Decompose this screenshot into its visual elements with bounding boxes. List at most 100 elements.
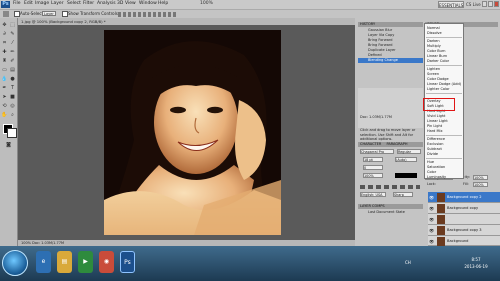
eye-icon[interactable]: 👁	[429, 217, 434, 222]
text-color-swatch[interactable]	[395, 173, 417, 178]
font-style-select[interactable]: Regular	[397, 149, 421, 154]
layer-row[interactable]: 👁 Background copy	[428, 203, 500, 214]
eye-icon[interactable]: 👁	[429, 228, 434, 233]
layer-comps-header[interactable]: LAYER COMPS	[358, 204, 423, 209]
shape-icon[interactable]: ■	[9, 94, 16, 101]
blend-option[interactable]: Darken	[427, 39, 440, 43]
menu-select[interactable]: Select	[67, 1, 81, 6]
document-tab[interactable]: 1.jpg @ 100% (Background copy 2, RGB/8) …	[18, 18, 355, 25]
language-indicator[interactable]: CH	[405, 260, 411, 265]
leading-field[interactable]: (Auto)	[395, 157, 417, 162]
blur-icon[interactable]: 💧	[1, 76, 8, 83]
eye-icon[interactable]: 👁	[429, 206, 434, 211]
pen-icon[interactable]: ✒	[1, 85, 8, 92]
blend-option[interactable]: Lighten	[427, 67, 440, 71]
ps-icon[interactable]: Ps	[120, 251, 135, 273]
background-color-swatch[interactable]	[7, 128, 17, 138]
menu-analysis[interactable]: Analysis	[97, 1, 116, 6]
blend-option[interactable]: Luminosity	[427, 175, 446, 179]
blend-option[interactable]: Screen	[427, 72, 439, 76]
blend-option[interactable]: Linear Burn	[427, 54, 447, 58]
ie-icon[interactable]: e	[36, 251, 51, 273]
zoom-icon[interactable]: ⌕	[9, 112, 16, 119]
auto-select-dropdown[interactable]: Layer	[42, 11, 56, 16]
quick-mask-icon[interactable]: ◙	[5, 142, 12, 149]
eye-icon[interactable]: 👁	[429, 239, 434, 244]
healing-icon[interactable]: ✚	[1, 49, 8, 56]
layer-row[interactable]: 👁	[428, 214, 500, 225]
blend-option[interactable]: Normal	[427, 26, 440, 30]
dodge-icon[interactable]: ●	[9, 76, 16, 83]
history-item-selected[interactable]: Blending Change	[358, 58, 423, 63]
eye-icon[interactable]: 👁	[429, 195, 434, 200]
close-icon[interactable]	[494, 1, 499, 7]
maximize-icon[interactable]	[488, 1, 493, 7]
path-select-icon[interactable]: ➤	[1, 94, 8, 101]
marquee-icon[interactable]: ⬚	[9, 22, 16, 29]
language-select[interactable]: English: USA	[360, 192, 386, 197]
menu-edit[interactable]: Edit	[24, 1, 33, 6]
zoom-level[interactable]: 100%	[200, 1, 213, 6]
brush-icon[interactable]: ✏	[9, 49, 16, 56]
blend-option[interactable]: Divide	[427, 152, 438, 156]
menu-help[interactable]: Help	[158, 1, 168, 6]
start-button[interactable]	[2, 250, 28, 276]
opacity-field[interactable]: 100%	[473, 175, 488, 180]
eyedropper-icon[interactable]: ⁄	[9, 40, 16, 47]
blend-option[interactable]: Multiply	[427, 44, 441, 48]
hand-icon[interactable]: ✋	[1, 112, 8, 119]
cs-live-button[interactable]: CS Live	[466, 1, 482, 8]
paragraph-tab[interactable]: PARAGRAPH	[386, 142, 407, 146]
chrome-icon[interactable]: ◉	[99, 251, 114, 273]
move-icon[interactable]: ✥	[1, 22, 8, 29]
eraser-icon[interactable]: ▭	[1, 67, 8, 74]
blend-option[interactable]: Difference	[427, 137, 445, 141]
character-tab[interactable]: CHARACTER	[360, 142, 381, 146]
menu-filter[interactable]: Filter	[83, 1, 94, 6]
blend-option[interactable]: Dissolve	[427, 31, 442, 35]
scale-field[interactable]: 100%	[363, 173, 383, 178]
menu-file[interactable]: File	[13, 1, 21, 6]
blend-option[interactable]: Hue	[427, 160, 434, 164]
font-size-field[interactable]: 18 pt	[363, 157, 383, 162]
blend-option[interactable]: Color Burn	[427, 49, 445, 53]
crop-icon[interactable]: ⌗	[1, 40, 8, 47]
blend-option[interactable]: Hard Mix	[427, 129, 443, 133]
type-icon[interactable]: T	[9, 85, 16, 92]
font-family-select[interactable]: Chaparral Pro	[360, 149, 394, 154]
blend-option[interactable]: Color	[427, 170, 436, 174]
lasso-icon[interactable]: ∂	[1, 31, 8, 38]
layer-row-selected[interactable]: 👁 Background copy 2	[428, 192, 500, 203]
player-icon[interactable]: ▶	[78, 251, 93, 273]
3d-rotate-icon[interactable]: ⟲	[1, 103, 8, 110]
layer-comps-item[interactable]: Last Document State	[358, 210, 423, 215]
tracking-field[interactable]: 0	[363, 165, 383, 170]
3d-camera-icon[interactable]: ◎	[9, 103, 16, 110]
menu-3d[interactable]: 3D	[117, 1, 123, 6]
minimize-icon[interactable]	[482, 1, 487, 7]
history-panel-header[interactable]: HISTORY	[358, 22, 423, 27]
system-clock[interactable]: 8:57 2013-06-19	[455, 256, 497, 276]
text-style-buttons[interactable]	[360, 185, 420, 189]
move-tool-icon[interactable]	[3, 11, 9, 17]
blend-option[interactable]: Exclusion	[427, 142, 444, 146]
workspace-switcher[interactable]: ESSENTIALS	[438, 1, 464, 8]
gradient-icon[interactable]: ▤	[9, 67, 16, 74]
blend-option[interactable]: Vivid Light	[427, 114, 445, 118]
blend-option[interactable]: Lighter Color	[427, 87, 450, 91]
layer-row[interactable]: 👁 Background	[428, 236, 500, 246]
menu-layer[interactable]: Layer	[51, 1, 64, 6]
fill-field[interactable]: 100%	[473, 182, 488, 187]
stamp-icon[interactable]: ♜	[1, 58, 8, 65]
blend-option[interactable]: Subtract	[427, 147, 442, 151]
portrait-photo[interactable]	[104, 30, 281, 235]
align-buttons[interactable]	[118, 12, 178, 17]
antialias-select[interactable]: Sharp	[393, 192, 413, 197]
blend-option[interactable]: Darker Color	[427, 59, 449, 63]
layer-row[interactable]: 👁 Background copy 3	[428, 225, 500, 236]
menu-view[interactable]: View	[125, 1, 136, 6]
blend-option[interactable]: Linear Light	[427, 119, 448, 123]
menu-image[interactable]: Image	[35, 1, 49, 6]
history-brush-icon[interactable]: ✐	[9, 58, 16, 65]
blend-option[interactable]: Color Dodge	[427, 77, 449, 81]
